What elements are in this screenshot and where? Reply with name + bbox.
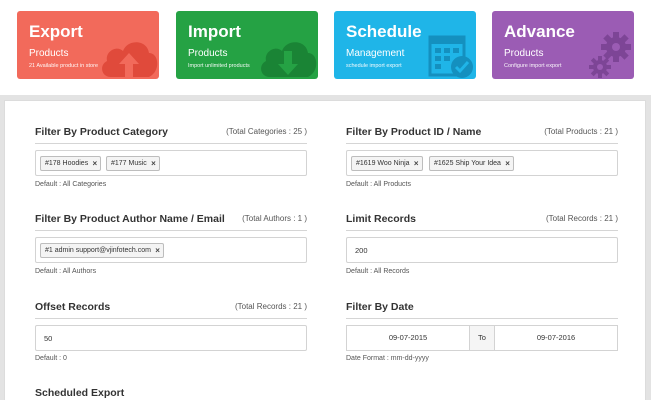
scheduled-export-title: Scheduled Export (35, 387, 125, 399)
tile-title: Schedule (346, 22, 422, 41)
tag-label: #1619 Woo Ninja (356, 160, 410, 167)
offset-records-title: Offset Records (35, 301, 111, 313)
gears-icon (589, 32, 631, 78)
divider (35, 230, 307, 231)
tag-remove-icon[interactable]: × (414, 157, 419, 170)
tag-label: #178 Hoodies (45, 160, 89, 167)
limit-help-text: Default : All Records (346, 268, 410, 275)
category-tag: #178 Hoodies × (40, 156, 102, 171)
category-select[interactable]: #178 Hoodies × #177 Music × (35, 150, 307, 176)
divider (35, 318, 307, 319)
category-total-count: (Total Categories : 25 ) (226, 127, 307, 136)
product-tag: #1619 Woo Ninja × (351, 156, 423, 171)
divider (346, 143, 618, 144)
tag-label: #177 Music (111, 160, 147, 167)
calendar-check-icon (428, 35, 473, 78)
tile-subtitle: Products (188, 48, 228, 59)
cloud-download-icon (261, 42, 317, 77)
offset-records-value: 50 (44, 334, 53, 343)
limit-records-value: 200 (355, 246, 368, 255)
export-products-tile[interactable]: Export Products 21 Available product in … (17, 11, 159, 79)
tag-remove-icon[interactable]: × (93, 157, 98, 170)
tile-subtitle: Products (504, 48, 544, 59)
date-to-input[interactable]: 09-07-2016 (494, 325, 618, 351)
product-id-filter-title: Filter By Product ID / Name (346, 126, 482, 138)
offset-total-count: (Total Records : 21 ) (234, 302, 307, 311)
date-to-label: To (470, 325, 494, 351)
date-from-input[interactable]: 09-07-2015 (346, 325, 470, 351)
tile-title: Advance (504, 22, 575, 41)
product-id-help-text: Default : All Products (346, 181, 411, 188)
tag-remove-icon[interactable]: × (155, 244, 160, 257)
limit-records-title: Limit Records (346, 213, 417, 225)
tile-subtitle: Products (29, 48, 69, 59)
divider (346, 318, 618, 319)
offset-help-text: Default : 0 (35, 355, 67, 362)
author-total-count: (Total Authors : 1 ) (242, 214, 307, 223)
import-products-tile[interactable]: Import Products Import unlimited product… (176, 11, 318, 79)
tag-remove-icon[interactable]: × (151, 157, 156, 170)
limit-records-input[interactable]: 200 (346, 237, 618, 263)
category-tag: #177 Music × (106, 156, 160, 171)
tile-title: Export (29, 22, 83, 41)
offset-records-input[interactable]: 50 (35, 325, 307, 351)
category-help-text: Default : All Categories (35, 181, 107, 188)
date-filter-title: Filter By Date (346, 301, 414, 313)
tag-label: #1 admin support@vjinfotech.com (45, 247, 151, 254)
divider (346, 230, 618, 231)
schedule-management-tile[interactable]: Schedule Management schedule import expo… (334, 11, 476, 79)
product-id-select[interactable]: #1619 Woo Ninja × #1625 Ship Your Idea × (346, 150, 618, 176)
date-format-help: Date Format : mm-dd-yyyy (346, 355, 429, 362)
tile-bar: Export Products 21 Available product in … (0, 0, 651, 92)
tile-subtitle: Management (346, 48, 405, 59)
limit-total-count: (Total Records : 21 ) (545, 214, 618, 223)
tile-description: Configure import export (504, 63, 562, 69)
export-filter-panel: Filter By Product Category (Total Catego… (4, 100, 646, 400)
product-tag: #1625 Ship Your Idea × (429, 156, 514, 171)
tile-description: schedule import export (346, 63, 402, 69)
product-total-count: (Total Products : 21 ) (544, 127, 618, 136)
author-filter-title: Filter By Product Author Name / Email (35, 213, 225, 225)
tag-label: #1625 Ship Your Idea (434, 160, 501, 167)
category-filter-title: Filter By Product Category (35, 126, 169, 138)
tile-title: Import (188, 22, 241, 41)
author-tag: #1 admin support@vjinfotech.com × (40, 243, 164, 258)
tile-description: Import unlimited products (188, 63, 250, 69)
cloud-upload-icon (102, 42, 158, 77)
tag-remove-icon[interactable]: × (505, 157, 510, 170)
advance-products-tile[interactable]: Advance Products Configure import export (492, 11, 634, 79)
author-help-text: Default : All Authors (35, 268, 97, 275)
author-select[interactable]: #1 admin support@vjinfotech.com × (35, 237, 307, 263)
tile-description: 21 Available product in store (29, 63, 98, 69)
divider (35, 143, 307, 144)
